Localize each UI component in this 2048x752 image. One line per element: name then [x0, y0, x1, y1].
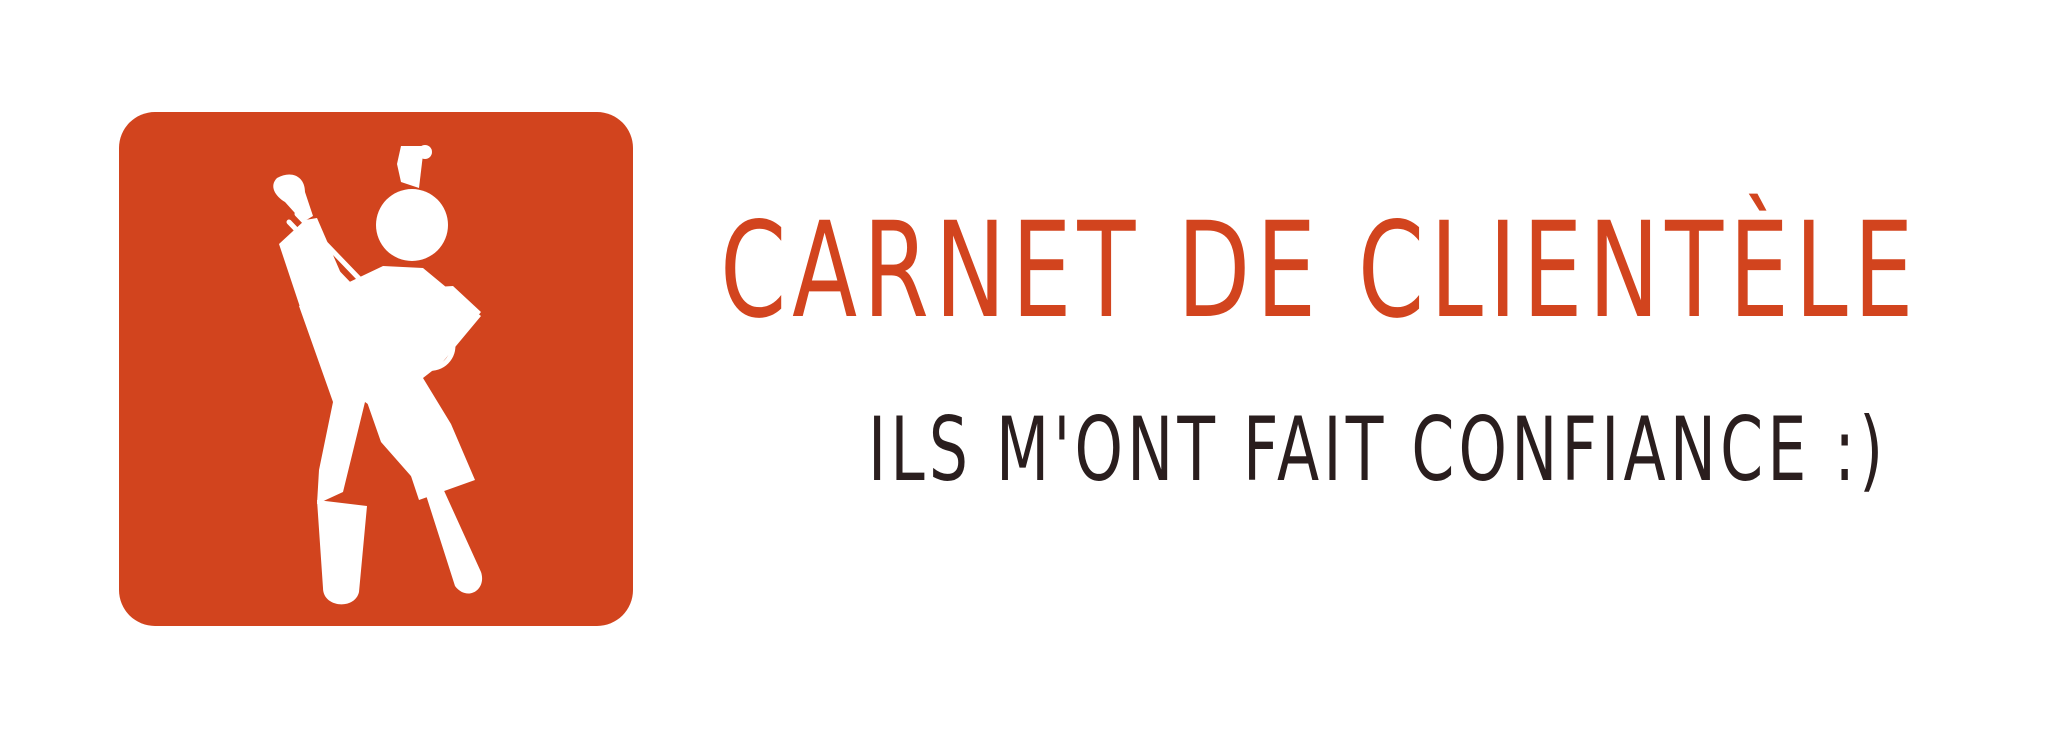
banner: CARNET DE CLIENTÈLE ILS M'ONT FAIT CONFI… [0, 0, 2048, 752]
logo-tile [119, 112, 633, 626]
page-title: CARNET DE CLIENTÈLE [720, 194, 1920, 348]
page-subtitle: ILS M'ONT FAIT CONFIANCE :) [868, 398, 1888, 501]
badminton-player-icon [119, 112, 633, 626]
